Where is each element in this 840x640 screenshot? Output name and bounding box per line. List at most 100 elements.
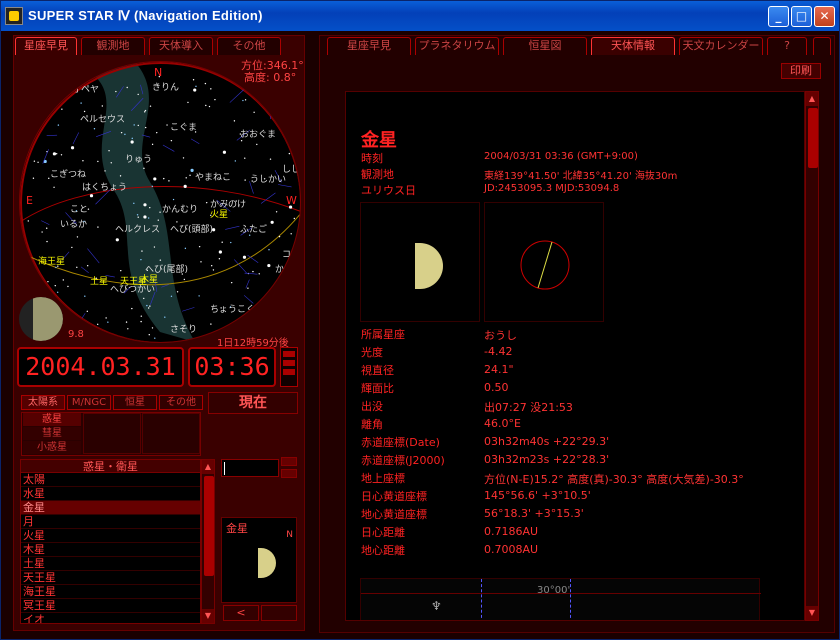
- tab-right-star-chart[interactable]: 恒星図: [503, 37, 587, 55]
- planet-list-item[interactable]: 火星: [21, 529, 200, 543]
- constellation-line: [80, 266, 89, 273]
- planet-list-scrollbar[interactable]: ▲ ▼: [201, 459, 215, 624]
- info-value: 方位(N-E)15.2° 高度(真)-30.3° 高度(大気差)-30.3°: [484, 473, 744, 486]
- info-scroll-thumb[interactable]: [808, 108, 818, 168]
- star: [163, 177, 165, 180]
- date-month[interactable]: 03: [101, 352, 131, 381]
- scroll-thumb[interactable]: [204, 476, 214, 576]
- tab-right-astro-calendar[interactable]: 天文カレンダー: [679, 37, 763, 55]
- star: [107, 321, 109, 323]
- moon-phase-icon: [19, 297, 63, 341]
- star: [233, 120, 236, 122]
- star: [244, 99, 247, 101]
- tab-stars[interactable]: 恒星: [113, 395, 157, 410]
- scroll-down-icon[interactable]: ▼: [202, 609, 214, 623]
- time-hour[interactable]: 03: [194, 352, 224, 381]
- tab-m-ngc[interactable]: M/NGC: [67, 395, 111, 410]
- sky-label: おおぐま: [240, 129, 276, 140]
- tab-others[interactable]: その他: [159, 395, 203, 410]
- star: [268, 249, 270, 251]
- fullscreen-button[interactable]: [813, 37, 831, 55]
- star: [256, 143, 258, 146]
- star: [208, 105, 211, 108]
- star: [27, 220, 29, 222]
- milky-way: [90, 62, 195, 342]
- info-label: 光度: [361, 346, 383, 359]
- star: [270, 220, 274, 224]
- date-year[interactable]: 2004: [25, 352, 85, 381]
- star: [230, 281, 233, 284]
- tab-left-kansokuchi[interactable]: 観測地: [81, 37, 145, 55]
- spin-up-button[interactable]: [281, 457, 297, 466]
- info-label: 日心黄道座標: [361, 490, 427, 503]
- info-value: 03h32m40s +22°29.3': [484, 435, 610, 448]
- sky-label: 火星: [210, 209, 228, 220]
- subtype-comet[interactable]: 彗星: [23, 427, 81, 440]
- sky-strip: 30°00' ♆: [360, 578, 761, 620]
- sky-chart[interactable]: N E W カシオペヤ こぐま きりん ペルセウス りゅう おおぐま こぎつね はくちょう やまねこい…: [19, 61, 301, 343]
- info-label: 赤道座標(Date): [361, 436, 440, 449]
- planet-list-item[interactable]: 土星: [21, 557, 200, 571]
- neptune-symbol: ♆: [431, 599, 442, 613]
- planet-list-item[interactable]: 冥王星: [21, 599, 200, 613]
- star: [55, 153, 58, 155]
- close-button[interactable]: ✕: [814, 6, 835, 27]
- tab-right-object-info[interactable]: 天体情報: [591, 37, 675, 55]
- star: [159, 211, 161, 213]
- star: [76, 236, 79, 238]
- planet-list-item[interactable]: 月: [21, 515, 200, 529]
- subtype-asteroid[interactable]: 小惑星: [23, 441, 81, 454]
- star: [97, 226, 99, 228]
- tab-right-seiza-hayami[interactable]: 星座早見: [327, 37, 411, 55]
- tab-solar-system[interactable]: 太陽系: [21, 395, 65, 410]
- star: [125, 321, 128, 323]
- star: [148, 334, 150, 336]
- star: [86, 310, 88, 313]
- sky-label: 木星: [140, 273, 158, 285]
- star: [141, 250, 143, 252]
- star: [82, 160, 84, 162]
- planet-list-item[interactable]: 木星: [21, 543, 200, 557]
- title-bar[interactable]: SUPER STAR Ⅳ (Navigation Edition) _ □ ✕: [1, 1, 839, 31]
- prev-button[interactable]: <: [223, 605, 259, 621]
- info-scrollbar[interactable]: ▲ ▼: [805, 91, 819, 621]
- date-day[interactable]: 31: [146, 352, 176, 381]
- star: [131, 307, 133, 310]
- now-button[interactable]: 現在: [208, 392, 298, 414]
- search-input[interactable]: [221, 459, 279, 477]
- spin-down-button[interactable]: [281, 469, 297, 478]
- planet-list-item[interactable]: イオ: [21, 613, 200, 623]
- date-display[interactable]: 2004.03.31: [17, 347, 184, 387]
- sky-label: りゅう: [125, 154, 152, 165]
- sky-label: きりん: [152, 82, 179, 93]
- tab-left-seiza-hayami[interactable]: 星座早見: [15, 37, 77, 55]
- planet-list-item[interactable]: 天王星: [21, 571, 200, 585]
- planet-list[interactable]: 惑星・衛星 太陽 水星 金星月火星 木星 土星 天王星 海王星 冥王星 イオ: [20, 459, 201, 624]
- star: [157, 219, 159, 221]
- star: [218, 250, 222, 254]
- minimize-button[interactable]: _: [768, 6, 789, 27]
- subtype-planet[interactable]: 惑星: [23, 413, 81, 426]
- star: [137, 124, 139, 127]
- time-minute[interactable]: 36: [240, 352, 270, 381]
- planet-list-item[interactable]: 海王星: [21, 585, 200, 599]
- help-button[interactable]: ?: [767, 37, 807, 55]
- planet-list-item[interactable]: 金星: [21, 501, 200, 515]
- star: [275, 211, 278, 213]
- speed-indicator[interactable]: [280, 347, 298, 387]
- scroll-up-icon[interactable]: ▲: [202, 460, 214, 474]
- sky-label: コップ: [282, 249, 301, 260]
- print-button[interactable]: 印刷: [781, 63, 821, 79]
- star: [54, 284, 56, 287]
- planet-list-item[interactable]: 太陽: [21, 473, 200, 487]
- star: [143, 297, 145, 300]
- tab-left-tentai-donyu[interactable]: 天体導入: [149, 37, 213, 55]
- info-scroll-up-icon[interactable]: ▲: [806, 92, 818, 106]
- maximize-button[interactable]: □: [791, 6, 812, 27]
- next-button[interactable]: [261, 605, 297, 621]
- tab-left-sonota[interactable]: その他: [217, 37, 281, 55]
- planet-list-item[interactable]: 水星: [21, 487, 200, 501]
- time-display[interactable]: 03:36: [188, 347, 276, 387]
- tab-right-planetarium[interactable]: プラネタリウム: [415, 37, 499, 55]
- info-scroll-down-icon[interactable]: ▼: [806, 606, 818, 620]
